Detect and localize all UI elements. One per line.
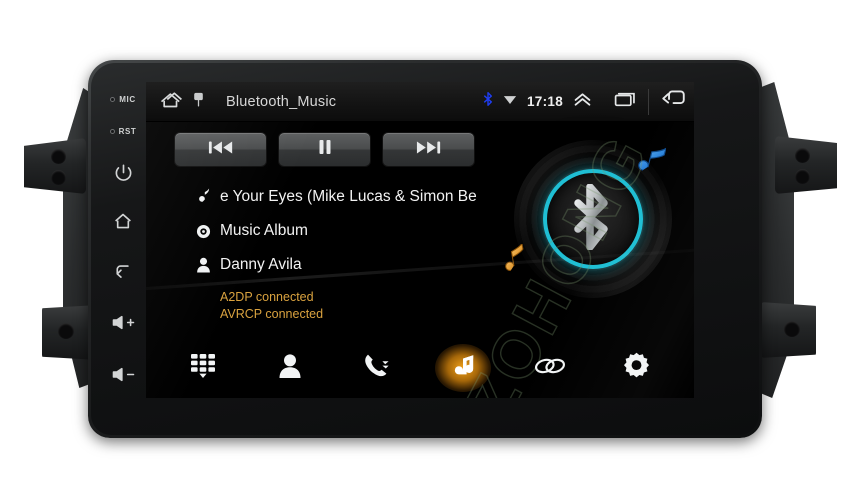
bluetooth-ring [543,169,643,269]
artist-name: Danny Avila [220,256,302,273]
volume-up-icon [111,314,136,331]
power-button[interactable] [100,148,146,196]
status-bar-title: Bluetooth_Music [226,93,337,110]
bracket-hole [795,169,810,184]
bracket-hole [51,170,66,185]
artist-person-icon [190,257,216,273]
right-bracket-upper [775,136,837,194]
right-bracket-lower [760,302,816,358]
music-icon [451,352,476,385]
bottom-navigation-bar [146,338,694,398]
hardware-key-bezel: MIC RST [98,72,148,424]
mic-label: MIC [119,94,136,104]
album-disc-icon [190,224,216,239]
pause-icon [317,139,333,160]
status-bar-clock: 17:18 [526,94,563,109]
status-bar-indicators: 17:18 [483,82,694,121]
mic-indicator: MIC [100,84,146,114]
reset-label: RST [118,126,137,136]
back-hardkey[interactable] [100,246,146,296]
screenshot-root: MIC RST Bluetooth_Music 17:18 e Your Eye… [0,0,849,500]
volume-up-button[interactable] [100,296,146,348]
volume-down-button[interactable] [100,348,146,400]
chevron-up-icon[interactable] [573,92,592,112]
home-app-icon[interactable] [158,88,188,115]
volume-down-icon [111,366,136,383]
recent-apps-icon[interactable] [614,91,636,113]
call-log-icon [363,352,391,385]
mic-led-icon [110,96,116,102]
reset-led-icon [109,128,115,134]
contacts-icon [278,353,302,384]
power-icon [114,163,133,182]
track-title: e Your Eyes (Mike Lucas & Simon Be [220,188,477,205]
artist-row: Danny Avila [190,248,490,282]
android-status-bar: Bluetooth_Music 17:18 [146,82,694,122]
touchscreen-display[interactable]: Bluetooth_Music 17:18 e Your Eyes (Mike … [146,82,694,398]
wifi-signal-icon [503,93,517,111]
back-arrow-icon [113,262,133,280]
album-art [500,140,678,312]
next-track-icon [416,140,442,160]
nav-item-settings[interactable] [606,343,668,393]
avrcp-status: AVRCP connected [220,307,324,321]
bracket-hole [51,149,66,164]
status-divider [648,88,649,115]
pause-button[interactable] [278,132,371,167]
album-row: Music Album [190,214,490,248]
track-title-row: e Your Eyes (Mike Lucas & Simon Be [190,180,490,214]
orange-music-note-icon [500,243,530,283]
back-icon[interactable] [661,89,686,114]
next-track-button[interactable] [382,132,475,167]
status-home-group[interactable] [158,88,204,115]
album-name: Music Album [220,222,308,239]
nav-item-music[interactable] [432,343,494,393]
transport-controls [174,132,475,167]
bracket-hole [58,323,74,339]
a2dp-status: A2DP connected [220,290,314,304]
left-bracket-upper [24,138,86,194]
music-note-icon [190,187,216,207]
bluetooth-music-screen: e Your Eyes (Mike Lucas & Simon Be Music… [146,121,694,398]
bluetooth-icon [483,91,493,112]
nav-item-contacts[interactable] [259,343,321,393]
previous-track-icon [208,140,234,160]
bracket-hole [795,148,810,163]
home-icon [113,212,133,230]
reset-button[interactable]: RST [100,114,146,148]
bluetooth-logo-icon [572,182,614,255]
bracket-hole [784,321,800,337]
blue-music-note-icon [633,144,667,187]
home-hardkey[interactable] [100,196,146,246]
link-chain-icon [534,355,566,382]
dialpad-icon [190,352,216,385]
gear-icon [623,352,650,384]
track-metadata: e Your Eyes (Mike Lucas & Simon Be Music… [190,180,490,282]
previous-track-button[interactable] [174,132,267,167]
nav-item-pair[interactable] [519,343,581,393]
screenshot-icon[interactable] [193,92,204,112]
nav-item-dialpad[interactable] [172,343,234,393]
connection-status-list: A2DP connected AVRCP connected [190,289,323,323]
nav-item-call-log[interactable] [346,343,408,393]
